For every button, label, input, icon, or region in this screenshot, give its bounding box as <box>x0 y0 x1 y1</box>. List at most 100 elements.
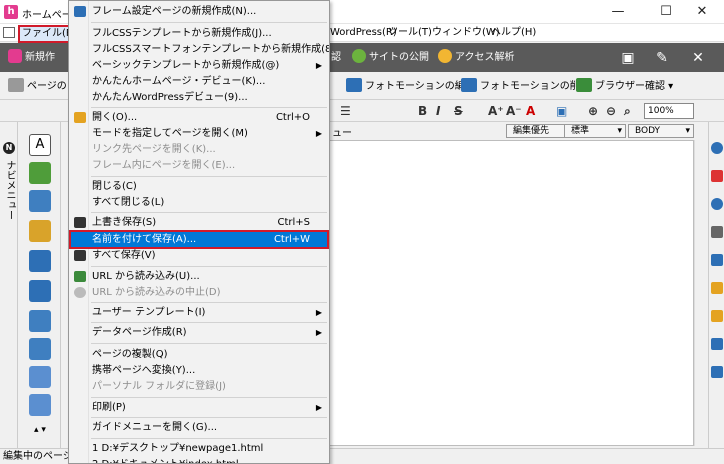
menu-separator <box>91 302 327 303</box>
menu-shortcut: Ctrl+O <box>275 112 310 123</box>
editor-canvas[interactable] <box>328 140 694 446</box>
zoom-out-icon[interactable]: ⊖ <box>606 103 616 119</box>
menu-separator <box>91 438 327 439</box>
list-icon[interactable]: ☰ <box>340 103 351 119</box>
access-analytics-button[interactable]: アクセス解析 <box>438 49 515 67</box>
list-tool-icon[interactable] <box>29 394 51 416</box>
scroll-arrows-icon[interactable]: ▴ ▾ <box>29 424 51 436</box>
table-tool-icon[interactable] <box>29 366 51 388</box>
menu-item-open[interactable]: 開く(O)... Ctrl+O <box>70 109 328 126</box>
code-icon[interactable] <box>711 338 723 350</box>
menu-wordpress[interactable]: WordPress(R) <box>330 26 397 40</box>
save-all-icon <box>74 250 86 261</box>
new-page-button[interactable]: 新規作 <box>8 49 55 67</box>
browser-check-button[interactable]: ブラウザー確認 ▾ <box>576 78 673 96</box>
menu-item-easy-homepage-debut[interactable]: かんたんホームページ・デビュー(K)... <box>70 73 328 90</box>
menu-item-label: URL から読み込み(U)... <box>92 271 200 282</box>
open-folder-icon <box>74 112 86 123</box>
submenu-arrow-icon: ▶ <box>315 308 322 317</box>
menu-item-new-fullcss-smartphone[interactable]: フルCSSスマートフォンテンプレートから新規作成(8)... <box>70 41 329 58</box>
photomotion-delete-button[interactable]: フォトモーションの削除 <box>461 78 590 96</box>
menu-separator <box>91 107 327 108</box>
font-size-down-icon[interactable]: A⁻ <box>506 103 522 119</box>
italic-icon[interactable]: I <box>436 103 440 119</box>
menu-tools[interactable]: ツール(T) <box>388 26 432 40</box>
image-tool-icon[interactable] <box>29 280 51 302</box>
editor-scrollbar[interactable] <box>694 140 708 446</box>
navi-tab[interactable]: N ナビメニュー <box>0 122 18 448</box>
page-settings-button[interactable]: ページの <box>8 78 67 96</box>
menu-item-load-url[interactable]: URL から読み込み(U)... <box>70 268 328 285</box>
text-tool-icon[interactable]: A <box>29 134 51 156</box>
menu-item-save[interactable]: 上書き保存(S) Ctrl+S <box>70 214 328 231</box>
close-panel-icon[interactable]: ✕ <box>688 48 708 68</box>
menu-item-label: フルCSSテンプレートから新規作成(J)... <box>92 28 272 39</box>
menu-item-recent-file-2[interactable]: 2 D:¥ドキュメント¥index.html <box>70 456 328 463</box>
zoom-in-icon[interactable]: ⊕ <box>588 103 598 119</box>
menu-item-user-template[interactable]: ユーザー テンプレート(I) ▶ <box>70 304 328 321</box>
menu-item-recent-file-1[interactable]: 1 D:¥デスクトップ¥newpage1.html <box>70 440 328 457</box>
menu-item-easy-wordpress-debut[interactable]: かんたんWordPressデビュー(9)... <box>70 89 328 106</box>
shape-tool-icon[interactable] <box>29 190 51 212</box>
confirm-button[interactable]: 認 <box>331 49 341 67</box>
menu-item-convert-mobile[interactable]: 携帯ページへ変換(Y)... <box>70 362 328 379</box>
bold-icon[interactable]: B <box>418 103 427 119</box>
layout-tool-icon[interactable] <box>29 338 51 360</box>
add-icon[interactable] <box>711 170 723 182</box>
menu-item-new-frame-page[interactable]: フレーム設定ページの新規作成(N)... <box>70 3 328 20</box>
zoom-search-icon[interactable]: ⌕ <box>624 103 631 119</box>
frame-page-icon <box>74 6 86 17</box>
style-select[interactable]: 標準 <box>564 124 626 138</box>
wrench-icon[interactable]: ✎ <box>652 48 672 68</box>
menu-item-label: 上書き保存(S) <box>92 217 157 228</box>
format-icon[interactable]: ▣ <box>556 103 567 119</box>
folder-tool-icon[interactable] <box>29 310 51 332</box>
menu-item-label: 1 D:¥デスクトップ¥newpage1.html <box>92 443 264 454</box>
submenu-arrow-icon: ▶ <box>315 403 322 412</box>
menu-item-register-personal-folder[interactable]: パーソナル フォルダに登録(J) <box>70 378 328 395</box>
font-color-icon[interactable]: A <box>526 103 535 119</box>
menu-separator <box>91 343 327 344</box>
menu-item-new-basic-template[interactable]: ベーシックテンプレートから新規作成(@) ▶ <box>70 57 328 74</box>
menu-item-print[interactable]: 印刷(P) ▶ <box>70 399 328 416</box>
menu-item-new-fullcss[interactable]: フルCSSテンプレートから新規作成(J)... <box>70 25 328 42</box>
publish-site-button[interactable]: サイトの公開 <box>352 49 429 67</box>
copy-icon[interactable] <box>711 226 723 238</box>
minimize-button[interactable]: — <box>596 0 640 24</box>
help-book-icon[interactable]: ▣ <box>618 48 638 68</box>
menu-item-label: ページの複製(Q) <box>92 349 168 360</box>
tag-select[interactable]: BODY <box>628 124 694 138</box>
photomotion-tool-icon[interactable] <box>29 250 51 272</box>
menu-help[interactable]: ヘルプ(H) <box>491 26 536 40</box>
photomotion-edit-button[interactable]: フォトモーションの編集 <box>346 78 475 96</box>
menu-item-duplicate-page[interactable]: ページの複製(Q) <box>70 346 328 363</box>
people-tool-icon[interactable] <box>29 162 51 184</box>
menu-item-close[interactable]: 閉じる(C) <box>70 178 328 195</box>
wordpress-icon[interactable] <box>711 198 723 210</box>
css-icon[interactable] <box>711 366 723 378</box>
menu-item-save-all[interactable]: すべて保存(V) <box>70 247 328 264</box>
window-icon[interactable] <box>711 254 723 266</box>
menu-item-close-all[interactable]: すべて閉じる(L) <box>70 194 328 211</box>
menu-item-stop-url-load[interactable]: URL から読み込みの中止(D) <box>70 284 328 301</box>
menu-item-open-with-mode[interactable]: モードを指定してページを開く(M) ▶ <box>70 125 328 142</box>
analytics-icon <box>438 49 452 63</box>
zoom-select[interactable]: 100% <box>644 103 694 119</box>
menu-window[interactable]: ウィンドウ(W) <box>432 26 500 40</box>
browser-check-label: ブラウザー確認 <box>595 81 665 92</box>
font-size-up-icon[interactable]: A⁺ <box>488 103 504 119</box>
strikethrough-icon[interactable]: S <box>454 103 463 119</box>
folder-icon[interactable] <box>711 282 723 294</box>
edit-icon[interactable] <box>711 310 723 322</box>
menu-item-open-link-page[interactable]: リンク先ページを開く(K)... <box>70 141 328 158</box>
menu-item-open-in-frame[interactable]: フレーム内にページを開く(E)... <box>70 157 328 174</box>
menu-item-label: 2 D:¥ドキュメント¥index.html <box>92 456 239 463</box>
link-tool-icon[interactable] <box>29 220 51 242</box>
menu-item-save-as[interactable]: 名前を付けて保存(A)... Ctrl+W <box>69 230 329 249</box>
close-window-button[interactable]: ✕ <box>680 0 724 24</box>
menu-item-open-guide-menu[interactable]: ガイドメニューを開く(G)... <box>70 419 328 436</box>
photomotion-edit-icon <box>346 78 362 92</box>
help-icon[interactable] <box>711 142 723 154</box>
menu-item-data-page[interactable]: データページ作成(R) ▶ <box>70 324 328 341</box>
menu-item-label: 閉じる(C) <box>92 181 137 192</box>
